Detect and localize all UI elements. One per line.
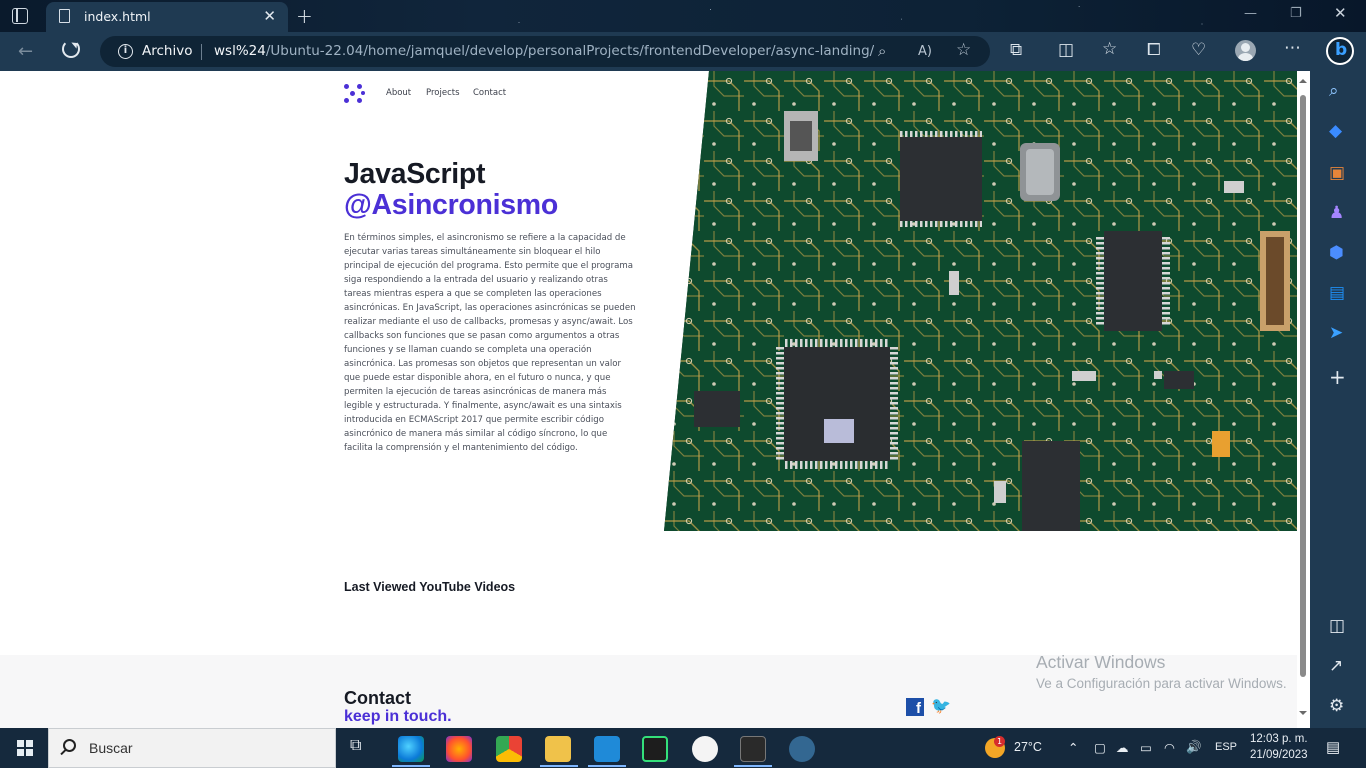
taskbar-search-box[interactable]: Buscar: [48, 728, 336, 768]
activate-windows-title: Activar Windows: [1036, 652, 1166, 672]
back-icon[interactable]: ←: [18, 41, 33, 62]
close-tab-icon[interactable]: ✕: [263, 7, 276, 25]
address-host: wsl%24: [214, 43, 266, 59]
wifi-icon[interactable]: ◠: [1164, 740, 1175, 755]
pycharm-app-icon[interactable]: [642, 736, 668, 762]
close-window-icon[interactable]: ✕: [1334, 4, 1347, 22]
battery-icon[interactable]: ▭: [1140, 740, 1152, 755]
clock-date: 21/09/2023: [1250, 749, 1308, 761]
microsoft-365-icon[interactable]: ⬢: [1329, 243, 1344, 263]
notifications-icon[interactable]: ▤: [1326, 738, 1340, 756]
edge-sidebar: ⌕ ◆ ▣ ♟ ⬢ ▤ ➤ + ◫ ↗ ⚙: [1310, 71, 1366, 728]
twitter-icon[interactable]: 🐦: [931, 696, 951, 715]
add-sidebar-app-icon[interactable]: +: [1329, 365, 1346, 389]
favorite-star-icon[interactable]: ☆: [956, 40, 971, 60]
site-logo-icon[interactable]: [344, 84, 366, 104]
windows-taskbar: Buscar ⧉ 1 27°C ⌃ ▢ ☁ ▭ ◠ 🔊 ESP 12:03 p.…: [0, 728, 1366, 768]
youtube-section-title: Last Viewed YouTube Videos: [344, 580, 516, 594]
games-icon[interactable]: ♟: [1329, 203, 1344, 223]
address-divider: [201, 44, 202, 60]
shopping-tag-icon[interactable]: ◆: [1329, 121, 1342, 141]
restore-icon[interactable]: ❐: [1290, 6, 1302, 21]
address-bar[interactable]: i Archivo wsl%24/Ubuntu-22.04/home/jamqu…: [100, 36, 990, 67]
edge-app-icon[interactable]: [398, 736, 424, 762]
settings-more-icon[interactable]: ⋯: [1284, 38, 1301, 58]
vscode-app-icon[interactable]: [594, 736, 620, 762]
weather-badge: 1: [994, 736, 1005, 747]
open-external-icon[interactable]: ↗: [1329, 656, 1343, 676]
search-icon[interactable]: ⌕: [1329, 81, 1339, 101]
address-path: /Ubuntu-22.04/home/jamquel/develop/perso…: [265, 43, 874, 59]
contact-subtitle: keep in touch.: [344, 708, 452, 725]
terminal-active-indicator: [734, 765, 772, 767]
language-indicator[interactable]: ESP: [1215, 741, 1237, 753]
scrollbar-thumb[interactable]: [1300, 95, 1306, 677]
browser-tab-active[interactable]: index.html ✕: [46, 2, 288, 32]
profile-avatar[interactable]: [1235, 40, 1256, 61]
sidebar-layout-icon[interactable]: ◫: [1329, 616, 1345, 636]
volume-icon[interactable]: 🔊: [1186, 740, 1202, 755]
explorer-active-indicator: [540, 765, 578, 767]
document-icon: [59, 9, 70, 23]
nav-link-projects[interactable]: Projects: [426, 88, 460, 98]
nav-link-contact[interactable]: Contact: [473, 88, 506, 98]
collections-icon[interactable]: ⧠: [1147, 40, 1161, 60]
taskbar-search-icon: [63, 739, 76, 752]
hero-circuit-board-image: [664, 71, 1297, 531]
postgresql-app-icon[interactable]: [789, 736, 815, 762]
tab-actions-icon[interactable]: [12, 8, 28, 24]
docker-app-icon[interactable]: [692, 736, 718, 762]
hero-description: En términos simples, el asincronismo se …: [344, 233, 636, 453]
file-explorer-icon[interactable]: [545, 736, 571, 762]
activate-windows-subtitle: Ve a Configuración para activar Windows.: [1036, 676, 1287, 691]
tray-network-device-icon[interactable]: ▢: [1094, 740, 1106, 755]
zoom-icon[interactable]: ⌕: [878, 42, 886, 60]
browser-title-bar: index.html ✕ + — ❐ ✕: [0, 0, 1366, 32]
extensions-icon[interactable]: ⧉: [1010, 40, 1022, 60]
scroll-down-arrow-icon[interactable]: [1299, 711, 1307, 719]
temperature[interactable]: 27°C: [1014, 740, 1042, 754]
tab-title: index.html: [84, 9, 151, 24]
chrome-app-icon[interactable]: [496, 736, 522, 762]
edge-active-indicator: [392, 765, 430, 767]
contact-title: Contact: [344, 688, 411, 708]
nav-link-about[interactable]: About: [386, 88, 411, 98]
split-screen-icon[interactable]: ◫: [1058, 40, 1074, 60]
new-tab-icon[interactable]: +: [296, 4, 313, 28]
minimize-icon[interactable]: —: [1244, 6, 1257, 21]
hero-title-main: JavaScript: [344, 158, 486, 190]
tools-briefcase-icon[interactable]: ▣: [1329, 163, 1345, 183]
bing-copilot-icon[interactable]: b: [1326, 37, 1354, 65]
hero-title: JavaScript @Asincronismo: [344, 159, 558, 221]
drop-icon[interactable]: ➤: [1329, 323, 1343, 343]
tray-chevron-up-icon[interactable]: ⌃: [1068, 740, 1078, 755]
page-scrollbar[interactable]: [1297, 71, 1310, 728]
facebook-icon[interactable]: f: [906, 698, 924, 717]
taskbar-clock[interactable]: 12:03 p. m. 21/09/2023: [1250, 731, 1308, 763]
hero-title-accent: @Asincronismo: [344, 189, 558, 221]
browser-toolbar: ← i Archivo wsl%24/Ubuntu-22.04/home/jam…: [0, 32, 1366, 71]
task-view-icon[interactable]: ⧉: [350, 737, 361, 755]
outlook-icon[interactable]: ▤: [1329, 283, 1345, 303]
vscode-active-indicator: [588, 765, 626, 767]
page-viewport: About Projects Contact JavaScript @Asinc…: [0, 71, 1297, 728]
read-aloud-icon[interactable]: A): [918, 44, 932, 59]
firefox-app-icon[interactable]: [446, 736, 472, 762]
taskbar-search-placeholder: Buscar: [89, 740, 133, 756]
clock-time: 12:03 p. m.: [1250, 733, 1308, 745]
performance-icon[interactable]: ♡: [1191, 40, 1206, 60]
address-url[interactable]: wsl%24/Ubuntu-22.04/home/jamquel/develop…: [214, 43, 874, 59]
sidebar-settings-gear-icon[interactable]: ⚙: [1329, 696, 1344, 716]
terminal-app-icon[interactable]: [740, 736, 766, 762]
favorites-icon[interactable]: ☆: [1102, 39, 1117, 59]
reload-icon[interactable]: [62, 40, 80, 58]
site-info-icon[interactable]: i: [118, 44, 133, 59]
onedrive-cloud-icon[interactable]: ☁: [1116, 740, 1129, 755]
address-scheme-label: Archivo: [142, 43, 193, 59]
scroll-up-arrow-icon[interactable]: [1299, 75, 1307, 83]
windows-start-icon[interactable]: [17, 740, 33, 756]
